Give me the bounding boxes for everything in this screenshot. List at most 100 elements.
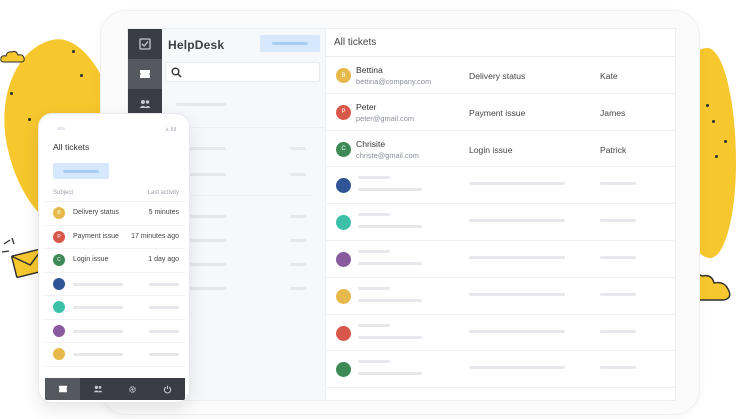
text-placeholder [73, 282, 123, 286]
decor-dot [72, 50, 75, 53]
text-placeholder [469, 255, 565, 259]
assigned-agent: James [600, 107, 626, 118]
helpdesk-app: HelpDesk All tickets B Bettina bettina@c [127, 28, 676, 401]
new-ticket-button[interactable] [260, 35, 320, 52]
requester-email: christe@gmail.com [356, 150, 419, 160]
text-placeholder [358, 188, 422, 192]
text-placeholder [469, 366, 565, 370]
text-placeholder [600, 182, 636, 186]
avatar [53, 324, 65, 337]
text-placeholder [358, 261, 422, 265]
phone-frame: All tickets Subject Last activity B Deli… [38, 113, 190, 403]
avatar [336, 215, 351, 231]
sidebar-placeholder [290, 239, 306, 242]
ticket-row[interactable]: P Peter peter@gmail.com Payment issue Ja… [326, 94, 675, 131]
ticket-row-placeholder [326, 351, 675, 389]
text-placeholder [600, 255, 636, 259]
text-placeholder [73, 329, 123, 333]
search-icon [171, 67, 182, 78]
users-icon [139, 100, 151, 108]
requester-name: Peter [356, 101, 377, 112]
cloud-icon [0, 50, 25, 63]
ticket-row[interactable]: P Payment issue 17 minutes ago [45, 226, 185, 249]
gear-icon [129, 385, 136, 393]
text-placeholder [600, 219, 636, 223]
decor-dot [10, 92, 13, 95]
page-title: All tickets [326, 29, 675, 57]
avatar: B [336, 68, 351, 83]
ticket-row-placeholder [45, 273, 185, 296]
ticket-subject: Delivery status [73, 209, 119, 216]
text-placeholder [358, 372, 422, 376]
nav-contacts[interactable] [80, 378, 115, 400]
rail-item-tickets[interactable] [128, 59, 162, 89]
avatar: C [336, 141, 351, 157]
decor-dot [715, 155, 718, 158]
bottom-nav [45, 378, 185, 400]
text-placeholder [600, 292, 636, 296]
avatar [336, 251, 351, 267]
text-placeholder [469, 292, 565, 296]
avatar: C [53, 254, 65, 266]
avatar: B [53, 207, 65, 219]
last-activity: 5 minutes [148, 209, 179, 216]
ticket-row-placeholder [45, 320, 185, 343]
text-placeholder [149, 329, 179, 333]
ticket-row-placeholder [326, 278, 675, 315]
decor-dot [28, 118, 31, 121]
ticket-row[interactable]: B Delivery status 5 minutes [45, 202, 185, 226]
ticket-row[interactable]: C Login issue 1 day ago [45, 249, 185, 273]
avatar [336, 178, 351, 194]
avatar [53, 301, 65, 313]
text-placeholder [600, 366, 636, 370]
ticket-subject: Login issue [73, 256, 109, 263]
text-placeholder [358, 298, 422, 302]
ticket-row-placeholder [326, 241, 675, 278]
decor-dot [724, 140, 727, 143]
search-input[interactable] [165, 62, 320, 82]
ticket-subject: Login issue [469, 144, 513, 155]
text-placeholder [149, 282, 179, 286]
text-placeholder [358, 360, 390, 364]
requester-email: peter@gmail.com [356, 113, 415, 123]
nav-logout[interactable] [150, 378, 185, 400]
ticket-list-panel: All tickets B Bettina bettina@company.co… [326, 29, 675, 400]
new-ticket-button[interactable] [53, 163, 109, 179]
ticket-row[interactable]: C Chrisite christe@gmail.com Login issue… [326, 131, 675, 168]
assigned-agent: Patrick [600, 144, 627, 155]
sidebar-placeholder [186, 147, 226, 150]
text-placeholder [358, 335, 422, 339]
nav-settings[interactable] [115, 378, 150, 400]
decor-dot [80, 74, 83, 77]
sidebar-placeholder [290, 173, 306, 176]
assigned-agent: Kate [600, 71, 618, 81]
text-placeholder [469, 182, 565, 186]
ticket-subject: Delivery status [469, 71, 526, 81]
text-placeholder [73, 353, 123, 356]
avatar [336, 362, 351, 378]
column-headers: Subject Last activity [45, 186, 185, 202]
sidebar-placeholder [290, 263, 306, 266]
ticket-row-placeholder [45, 296, 185, 320]
ticket-row-placeholder [45, 343, 185, 367]
requester-name: Chrisite [356, 138, 386, 149]
text-placeholder [358, 323, 390, 327]
sidebar-placeholder [290, 287, 306, 290]
rail-item-tasks[interactable] [128, 29, 162, 59]
ticket-row[interactable]: B Bettina bettina@company.com Delivery s… [326, 57, 675, 94]
sidebar-placeholder [186, 215, 226, 218]
text-placeholder [358, 249, 390, 253]
sidebar-placeholder [186, 263, 226, 266]
sidebar-placeholder [186, 173, 226, 176]
sidebar-placeholder [290, 215, 306, 218]
avatar [336, 325, 351, 341]
text-placeholder [149, 353, 179, 356]
text-placeholder [73, 306, 123, 309]
avatar [53, 348, 65, 360]
sidebar-placeholder [186, 239, 226, 242]
power-icon [163, 385, 172, 393]
nav-tickets[interactable] [45, 378, 80, 400]
checkbox-icon [139, 38, 151, 50]
ticket-row-placeholder [326, 204, 675, 241]
last-activity: 1 day ago [148, 256, 179, 263]
